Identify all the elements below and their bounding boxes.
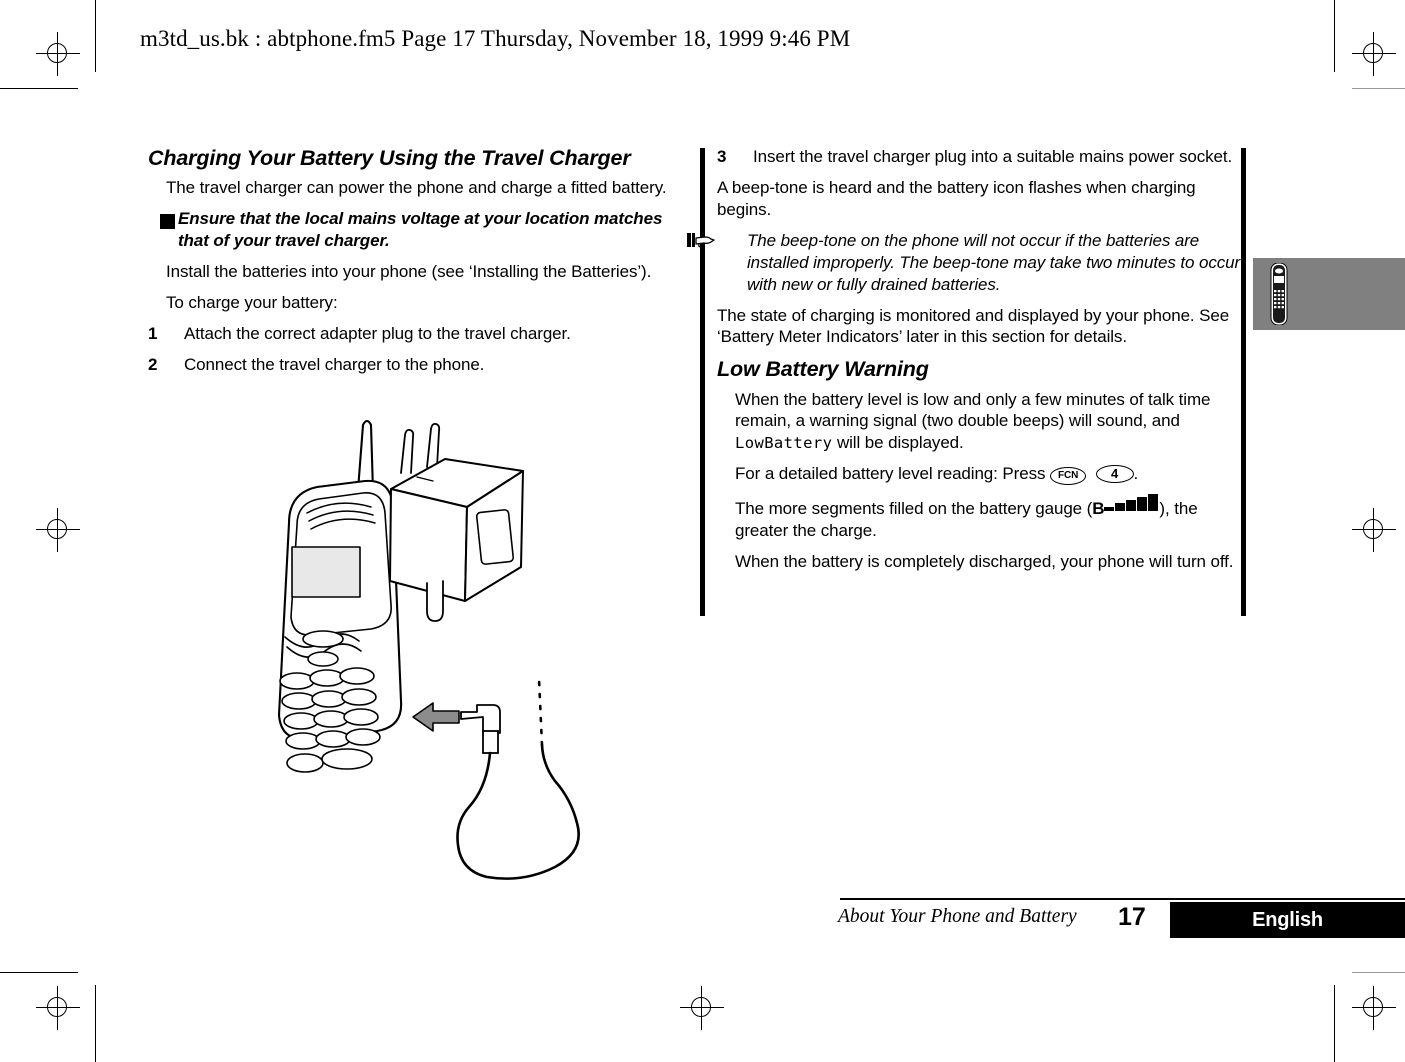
key-4-button[interactable]: 4 (1095, 465, 1134, 484)
document-path-header: m3td_us.bk : abtphone.fm5 Page 17 Thursd… (140, 26, 851, 51)
low-battery-text-a: When the battery level is low and only a… (735, 389, 1211, 431)
step-number: 3 (717, 147, 727, 166)
footer-page-number: 17 (1118, 903, 1146, 931)
registration-vline (1373, 32, 1374, 76)
step-item: 1 Attach the correct adapter plug to the … (148, 323, 693, 345)
paragraph-install-batteries: Install the batteries into your phone (s… (166, 261, 652, 281)
registration-hline (1352, 1007, 1396, 1008)
section-heading-charging: Charging Your Battery Using the Travel C… (148, 146, 631, 170)
gauge-prefix-text: The more segments filled on the battery … (735, 499, 1093, 519)
registration-hline (36, 53, 80, 54)
page-border-right-top (1334, 0, 1335, 72)
figure-phone-and-travel-charger (255, 415, 655, 885)
phone-icon (1267, 262, 1291, 326)
step-item: 3 Insert the travel charger plug into a s… (717, 146, 1247, 168)
registration-hline (1352, 529, 1396, 530)
hand-note: The beep-tone on the phone will not occu… (687, 230, 1247, 296)
registration-mark-top-right (1352, 32, 1396, 76)
paragraph-beep-tone: A beep-tone is heard and the battery ico… (717, 177, 1196, 219)
registration-hline (36, 1007, 80, 1008)
registration-mark-mid-right (1352, 508, 1396, 552)
lcd-low: Low (735, 434, 765, 453)
step-number: 2 (148, 354, 158, 374)
registration-vline (57, 508, 58, 552)
warning-note: ! Ensure that the local mains voltage at … (148, 208, 693, 252)
registration-mark-bottom-left (36, 986, 80, 1030)
step-text: Connect the travel charger to the phone. (184, 354, 485, 374)
paragraph-charge-state: The state of charging is monitored and d… (717, 305, 1230, 347)
step-text: Insert the travel charger plug into a su… (753, 147, 1233, 166)
right-column: 3 Insert the travel charger plug into a s… (687, 146, 1247, 582)
footer-section-title: About Your Phone and Battery (838, 906, 1077, 927)
registration-mark-top-left (36, 32, 80, 76)
warning-exclamation-icon: ! (156, 214, 175, 230)
page-border-right-bottom (1334, 985, 1335, 1062)
paragraph-intro: The travel charger can power the phone a… (166, 178, 667, 198)
registration-vline (57, 986, 58, 1030)
column-divider-rule (700, 148, 705, 616)
page-border-left-top (95, 0, 96, 72)
page-border-left-bottom (95, 985, 96, 1062)
section-heading-low-battery: Low Battery Warning (717, 357, 929, 382)
registration-hline (36, 529, 80, 530)
gauge-letter-b: B (1092, 499, 1105, 519)
hand-note-text: The beep-tone on the phone will not occu… (747, 230, 1241, 294)
registration-mark-bottom-center (680, 986, 724, 1030)
paragraph-discharged: When the battery is completely discharge… (735, 552, 1234, 572)
registration-mark-bottom-right (1352, 986, 1396, 1030)
footer-language-label: English (1252, 909, 1323, 931)
paragraph-low-battery: When the battery level is low and only a… (717, 389, 1247, 455)
press-prefix-text: For a detailed battery level reading: Pr… (735, 464, 1050, 484)
crop-mark-bottom-right (1352, 972, 1405, 973)
lcd-battery: Battery (764, 434, 833, 453)
press-suffix-text: . (1133, 464, 1139, 484)
left-column: Charging Your Battery Using the Travel C… (148, 146, 693, 385)
registration-hline (1352, 53, 1396, 54)
warning-note-text: Ensure that the local mains voltage at y… (178, 209, 663, 250)
paragraph-to-charge: To charge your battery: (166, 292, 338, 312)
registration-vline (57, 32, 58, 76)
crop-mark-bottom-left (0, 972, 78, 973)
pointing-hand-icon (687, 232, 745, 249)
registration-mark-mid-left (36, 508, 80, 552)
registration-vline (1373, 508, 1374, 552)
registration-vline (701, 986, 702, 1030)
step-item: 2 Connect the travel charger to the phone… (148, 354, 693, 376)
paragraph-detailed-reading: For a detailed battery level reading: Pr… (717, 463, 1247, 486)
footer-language-box: English (1170, 902, 1405, 938)
crop-mark-top-left (0, 88, 78, 89)
low-battery-text-b: will be displayed. (832, 433, 964, 453)
section-edge-tab (1253, 258, 1405, 330)
registration-vline (1373, 986, 1374, 1030)
crop-mark-top-right (1352, 88, 1405, 89)
battery-gauge-icon (1104, 494, 1159, 512)
paragraph-battery-gauge: The more segments filled on the battery … (717, 494, 1247, 542)
footer-rule (840, 898, 1405, 900)
registration-hline (680, 1007, 724, 1008)
step-number: 1 (148, 323, 158, 343)
step-text: Attach the correct adapter plug to the t… (184, 323, 571, 343)
key-fcn-button[interactable]: FCN (1050, 467, 1087, 486)
